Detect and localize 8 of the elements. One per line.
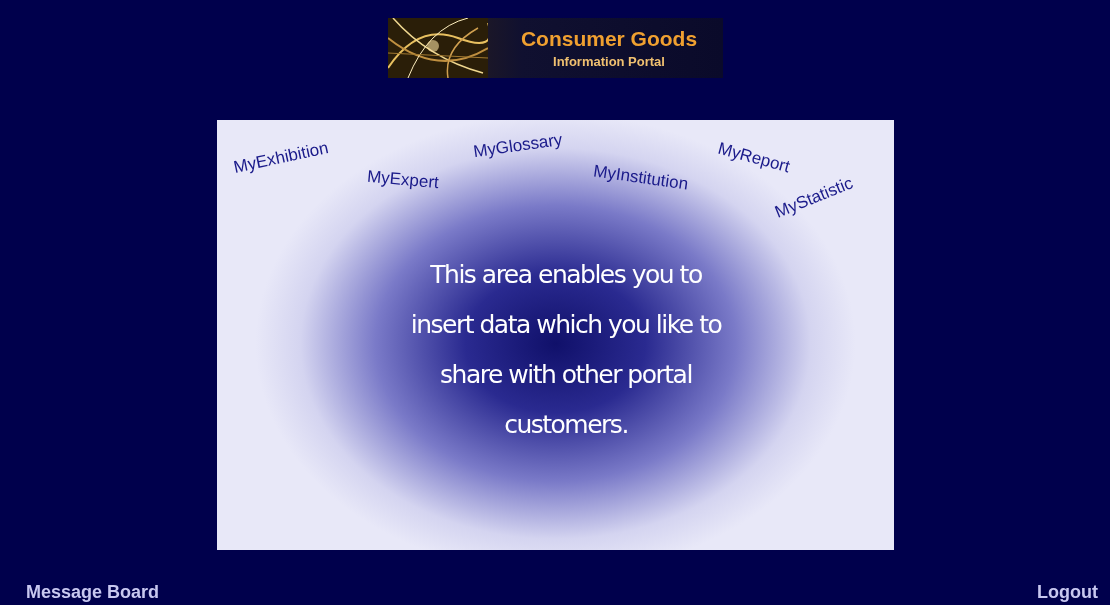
- nav-link[interactable]: MyInstitution: [591, 161, 689, 195]
- logo-title: Consumer Goods: [520, 27, 698, 51]
- nav-link[interactable]: MyExpert: [365, 166, 440, 194]
- logout-link[interactable]: Logout: [1037, 582, 1098, 603]
- panel-message: This area enables you to insert data which you like to share with other portal customers.: [409, 259, 723, 441]
- nav-link[interactable]: MyGlossary: [471, 129, 564, 163]
- message-board-link[interactable]: Message Board: [26, 582, 160, 603]
- logo-subtitle: Information Portal: [553, 54, 665, 69]
